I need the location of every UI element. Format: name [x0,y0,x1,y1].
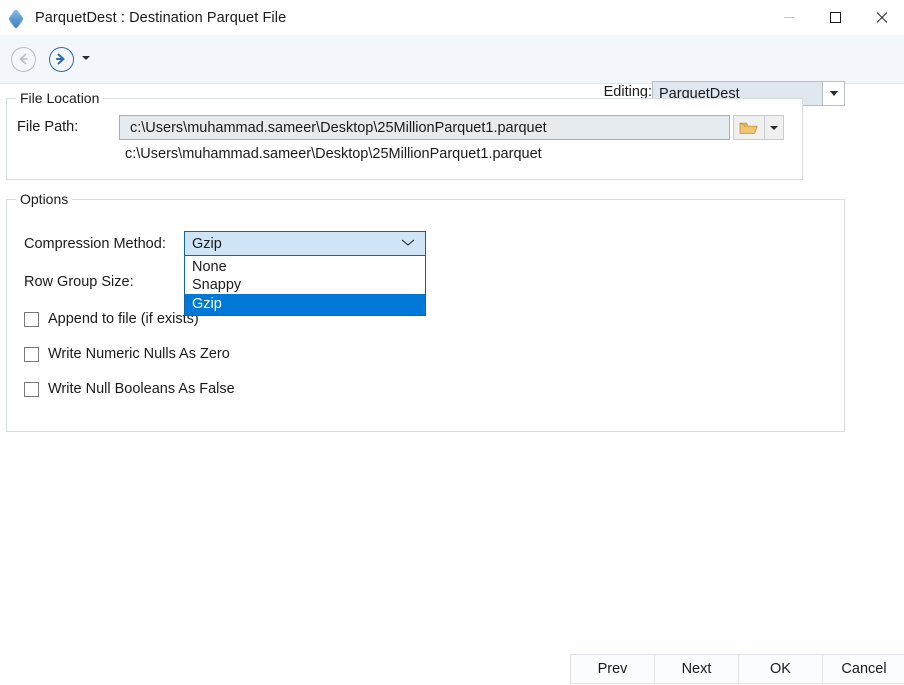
row-group-size-label: Row Group Size: [24,274,134,290]
options-group: Options Compression Method: Gzip Row Gro… [6,191,845,432]
file-path-resolved-text: c:\Users\muhammad.sameer\Desktop\25Milli… [125,146,542,162]
file-location-legend: File Location [16,90,104,106]
close-icon [875,11,888,24]
write-null-booleans-checkbox[interactable] [24,381,39,397]
minimize-icon [783,17,795,18]
append-to-file-label: Append to file (if exists) [48,311,199,327]
maximize-button[interactable] [812,0,858,35]
gem-icon [8,8,26,29]
toolbar: Editing: ParquetDest [0,35,904,106]
window-controls [766,0,904,35]
minimize-button[interactable] [766,0,812,35]
compression-method-value: Gzip [192,235,222,252]
append-to-file-checkbox[interactable] [24,311,39,327]
chevron-down-icon [401,236,417,252]
close-button[interactable] [858,0,904,35]
next-button[interactable]: Next [654,654,738,684]
compression-method-label: Compression Method: [24,236,166,252]
compression-method-dropdown-list[interactable]: None Snappy Gzip [184,256,426,316]
compression-method-combobox[interactable]: Gzip [184,231,426,256]
dialog-button-bar: Prev Next OK Cancel [570,654,904,684]
dropdown-item-gzip[interactable]: Gzip [185,294,425,315]
append-to-file-checkbox-row[interactable]: Append to file (if exists) [24,311,199,327]
arrow-left-icon [19,53,28,65]
back-button[interactable] [11,47,36,72]
window-title: ParquetDest : Destination Parquet File [35,9,287,26]
forward-button[interactable] [49,47,74,72]
chevron-down-icon [829,91,838,96]
chevron-down-icon [770,125,778,130]
dropdown-item-none[interactable]: None [185,258,425,276]
dropdown-item-snappy[interactable]: Snappy [185,276,425,294]
ok-button[interactable]: OK [738,654,822,684]
write-numeric-nulls-checkbox-row[interactable]: Write Numeric Nulls As Zero [24,346,230,362]
title-bar: ParquetDest : Destination Parquet File [0,0,904,35]
write-numeric-nulls-label: Write Numeric Nulls As Zero [48,346,230,362]
browse-options-button[interactable] [765,115,784,140]
write-null-booleans-label: Write Null Booleans As False [48,381,235,397]
dialog-window: ParquetDest : Destination Parquet File E… [0,0,904,685]
cancel-button[interactable]: Cancel [822,654,904,684]
write-numeric-nulls-checkbox[interactable] [24,346,39,362]
file-path-input[interactable]: c:\Users\muhammad.sameer\Desktop\25Milli… [119,115,730,140]
file-path-label: File Path: [17,119,79,135]
file-location-group: File Location File Path: c:\Users\muhamm… [6,90,803,180]
browse-button[interactable] [733,115,765,140]
prev-button[interactable]: Prev [570,654,654,684]
editing-combobox-arrow[interactable] [822,82,844,105]
options-legend: Options [16,191,73,207]
write-null-booleans-checkbox-row[interactable]: Write Null Booleans As False [24,381,235,397]
folder-icon [739,122,758,134]
arrow-right-icon [56,53,65,65]
maximize-icon [829,12,841,23]
history-caret-icon[interactable] [82,56,90,60]
